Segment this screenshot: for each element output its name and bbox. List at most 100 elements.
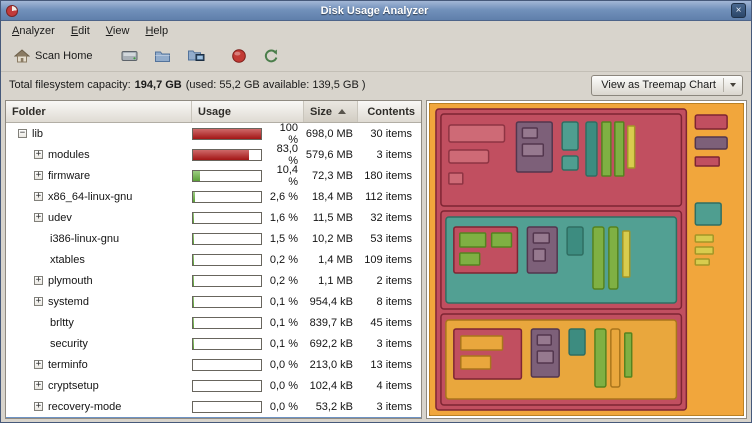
stop-button[interactable] [227,45,251,67]
treemap-rect[interactable] [533,233,549,243]
treemap-rect[interactable] [533,249,545,261]
folder-name: modules [48,149,90,161]
treemap-rect[interactable] [628,126,635,168]
treemap-rect[interactable] [567,227,583,255]
usage-bar-fill [193,129,261,139]
table-row[interactable]: +firmware10,4 %72,3 MB180 items [6,165,421,186]
table-row[interactable]: brltty0,1 %839,7 kB45 items [6,312,421,333]
treemap-panel [426,100,747,419]
menu-edit[interactable]: Edit [63,23,98,39]
treemap-rect[interactable] [562,122,578,150]
treemap-rect[interactable] [695,203,721,225]
usage-percent: 0,0 % [267,380,304,392]
scan-filesystem-button[interactable] [117,45,142,66]
treemap-rect[interactable] [569,329,585,355]
treemap-rect[interactable] [586,122,597,176]
expand-expander-icon[interactable]: + [34,276,43,285]
expand-expander-icon[interactable]: + [34,360,43,369]
treemap-rect[interactable] [611,329,620,387]
usage-cell: 0,0 % [192,401,304,413]
treemap-rect[interactable] [695,157,719,166]
table-row[interactable]: +plymouth0,2 %1,1 MB2 items [6,270,421,291]
table-row[interactable]: +udev1,6 %11,5 MB32 items [6,207,421,228]
expand-expander-icon[interactable]: + [34,213,43,222]
scan-remote-folder-button[interactable] [183,45,209,66]
expand-expander-icon[interactable]: + [34,297,43,306]
treemap-rect[interactable] [625,333,632,377]
treemap-chart[interactable] [429,103,744,416]
usage-bar-fill [193,318,194,328]
treemap-rect[interactable] [695,137,727,149]
table-row[interactable]: i386-linux-gnu1,5 %10,2 MB53 items [6,228,421,249]
column-header-contents[interactable]: Contents [358,101,421,122]
table-row[interactable]: −lib100 %698,0 MB30 items [6,123,421,144]
contents-cell: 8 items [358,296,421,308]
table-row[interactable]: +recovery-mode0,0 %53,2 kB3 items [6,396,421,417]
chevron-down-icon [723,78,736,92]
treemap-rect[interactable] [593,227,604,289]
expand-expander-icon[interactable]: + [34,150,43,159]
treemap-rect[interactable] [609,227,618,289]
folder-name: recovery-mode [48,401,121,413]
partially-visible-selected-row[interactable] [6,417,421,419]
folder-name: x86_64-linux-gnu [48,191,132,203]
menu-help[interactable]: Help [137,23,176,39]
collapse-expander-icon[interactable]: − [18,129,27,138]
expand-expander-icon[interactable]: + [34,381,43,390]
view-mode-dropdown[interactable]: View as Treemap Chart [591,75,743,96]
size-cell: 1,4 MB [304,254,358,266]
table-row[interactable]: +cryptsetup0,0 %102,4 kB4 items [6,375,421,396]
treemap-rect[interactable] [623,231,630,277]
treemap-rect[interactable] [695,235,713,242]
contents-cell: 3 items [358,149,421,161]
folder-cell: + recovery-mode [6,401,192,413]
treemap-rect[interactable] [695,247,713,254]
treemap-rect[interactable] [537,351,553,363]
refresh-icon [263,48,279,64]
scan-home-button[interactable]: Scan Home [7,46,99,66]
scan-home-label: Scan Home [35,50,92,62]
treemap-rect[interactable] [615,122,624,176]
folder-cell: +cryptsetup [6,380,192,392]
treemap-rect[interactable] [595,329,606,387]
treemap-rect[interactable] [562,156,578,170]
folder-cell: +systemd [6,296,192,308]
treemap-rect[interactable] [492,233,512,247]
table-row[interactable]: +terminfo0,0 %213,0 kB13 items [6,354,421,375]
folder-cell: + modules [6,149,192,161]
treemap-rect[interactable] [522,144,543,156]
usage-bar [192,338,262,350]
table-row[interactable]: xtables0,2 %1,4 MB109 items [6,249,421,270]
column-header-usage[interactable]: Usage [192,101,304,122]
usage-percent: 0,0 % [267,359,304,371]
table-row[interactable]: +modules83,0 %579,6 MB3 items [6,144,421,165]
treemap-rect[interactable] [522,128,537,138]
titlebar[interactable]: Disk Usage Analyzer × [1,1,751,21]
table-row[interactable]: security0,1 %692,2 kB3 items [6,333,421,354]
menu-analyzer[interactable]: Analyzer [4,23,63,39]
menu-view[interactable]: View [98,23,138,39]
treemap-rect[interactable] [695,115,727,129]
table-row[interactable]: +x86_64-linux-gnu2,6 %18,4 MB112 items [6,186,421,207]
treemap-rect[interactable] [449,150,489,163]
treemap-rect[interactable] [461,336,503,350]
expand-expander-icon[interactable]: + [34,171,43,180]
treemap-rect[interactable] [602,122,611,176]
treemap-rect[interactable] [537,335,551,345]
treemap-rect[interactable] [460,233,486,247]
treemap-rect[interactable] [695,259,709,265]
column-header-folder[interactable]: Folder [6,101,192,122]
table-row[interactable]: +systemd0,1 %954,4 kB8 items [6,291,421,312]
treemap-rect[interactable] [460,253,480,265]
usage-percent: 0,1 % [267,338,304,350]
expand-expander-icon[interactable]: + [34,192,43,201]
treemap-rect[interactable] [449,125,505,142]
treemap-rect[interactable] [461,356,491,369]
close-window-button[interactable]: × [731,3,746,18]
column-header-size[interactable]: Size [304,101,358,122]
scan-folder-button[interactable] [150,46,175,66]
expand-expander-icon[interactable]: + [34,402,43,411]
refresh-button[interactable] [259,45,283,67]
treemap-rect[interactable] [449,173,463,184]
usage-cell: 2,6 % [192,191,304,203]
